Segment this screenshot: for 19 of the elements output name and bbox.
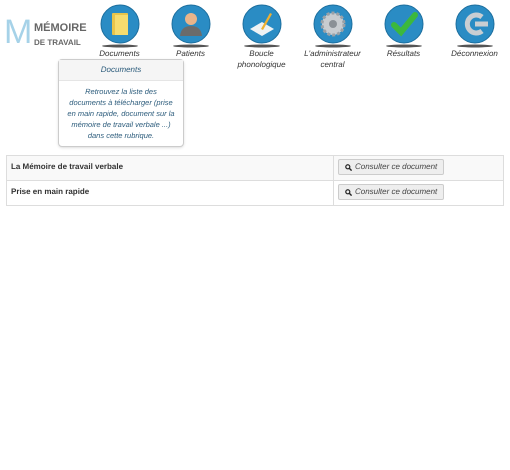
nav-item[interactable]: Déconnexion [439,4,510,70]
table-cell: Prise en main rapide [7,181,334,205]
pencil-icon [250,13,274,36]
nav-item[interactable]: L'administrateur central [297,4,368,70]
check-icon [390,12,418,36]
logout-icon [464,12,490,36]
person-icon [180,13,202,36]
nav-item[interactable]: Résultats [368,4,439,70]
tooltip-title: Documents [59,60,183,81]
logo-title: MÉMOIRE [34,22,87,35]
search-icon [345,164,352,170]
logo-letter: M [4,14,32,50]
folder-icon [112,13,128,35]
gear-icon [320,12,345,36]
nav-item[interactable]: Boucle phonologique [226,4,297,70]
consult-button[interactable]: Consulter ce document [338,184,444,200]
consult-button[interactable]: Consulter ce document [338,159,444,175]
search-icon [345,188,352,196]
logo-subtitle: DE TRAVAIL [34,37,81,48]
